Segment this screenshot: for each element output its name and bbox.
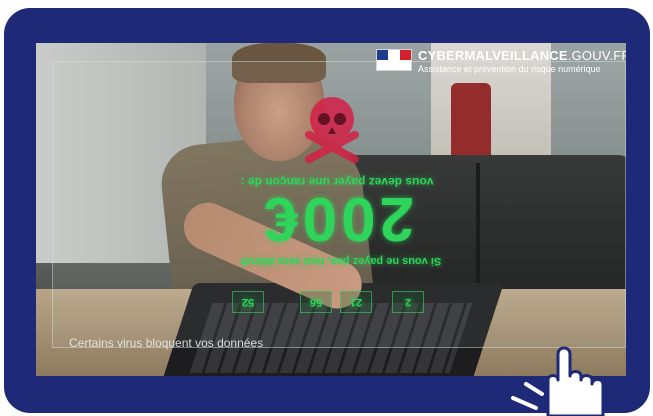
skull-crossbones-icon (305, 97, 359, 164)
brand-title: CYBERMALVEILLANCE.GOUV.FR (418, 48, 626, 63)
brand-logo[interactable]: CYBERMALVEILLANCE.GOUV.FR Assistance et … (376, 49, 626, 75)
french-flag-icon (376, 49, 412, 71)
brand-tagline: Assistance et prévention du risque numér… (418, 64, 601, 74)
video-player[interactable]: vous devez payer une rançon de : 200€ Si… (36, 43, 626, 376)
pointer-hand-icon[interactable] (508, 346, 623, 416)
countdown-minutes: 56 (300, 291, 332, 313)
countdown-days: 2 (392, 291, 424, 313)
countdown-seconds: 52 (232, 291, 264, 313)
countdown-hours: 21 (340, 291, 372, 313)
video-caption: Certains virus bloquent vos données (69, 336, 264, 350)
ransom-amount: 200€ (260, 184, 414, 253)
ransom-warning: Si vous ne payez pas, tout sera détruit (240, 255, 442, 267)
